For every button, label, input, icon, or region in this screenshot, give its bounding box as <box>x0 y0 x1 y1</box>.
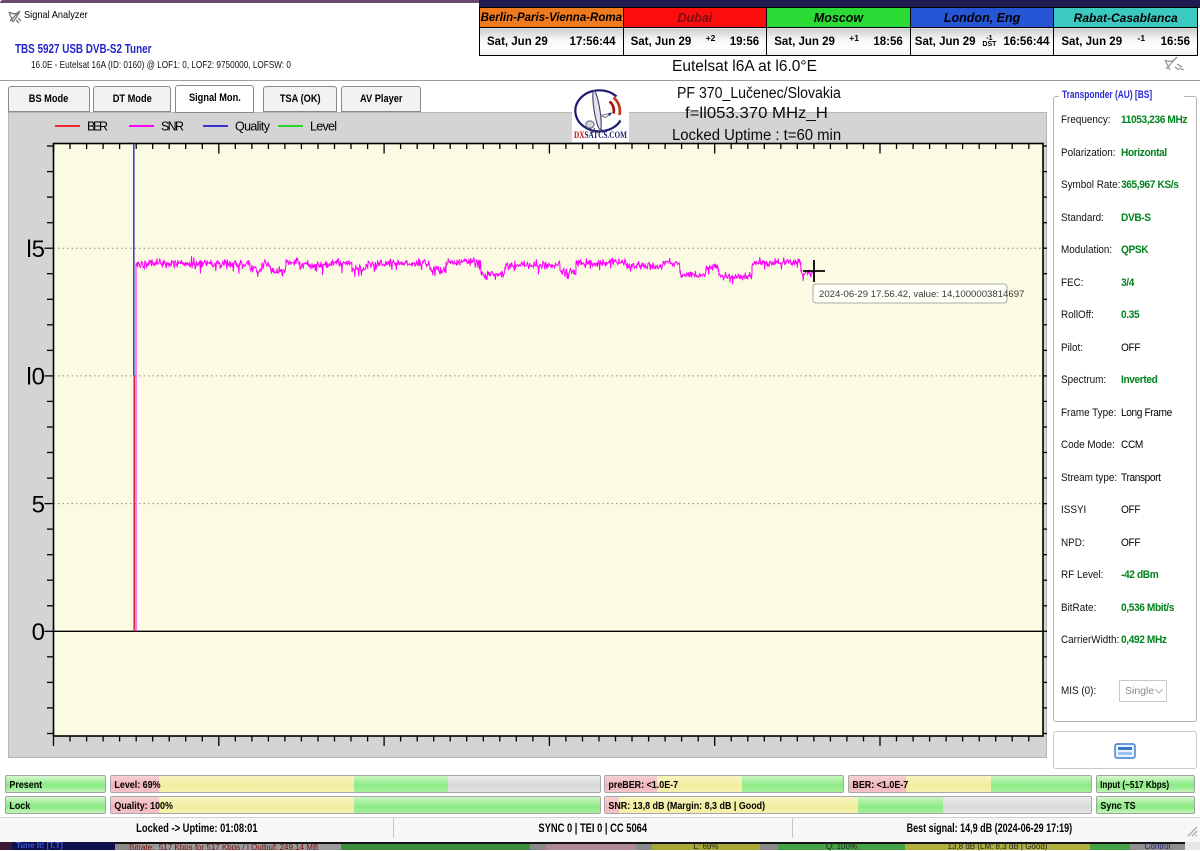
svg-text:l5: l5 <box>26 236 45 263</box>
svg-text:Level: Level <box>310 120 337 134</box>
svg-text:2024-06-29 17.56.42, value: 14: 2024-06-29 17.56.42, value: 14,100000381… <box>819 289 1024 300</box>
svg-text:DXSATCS.COM: DXSATCS.COM <box>574 131 627 141</box>
svg-text:SNR: SNR <box>161 120 184 134</box>
svg-text:5: 5 <box>32 491 45 518</box>
svg-text:BER: BER <box>87 120 108 134</box>
svg-text:l0: l0 <box>26 364 45 391</box>
svg-text:Quality: Quality <box>235 120 271 134</box>
svg-text:0: 0 <box>32 619 45 646</box>
